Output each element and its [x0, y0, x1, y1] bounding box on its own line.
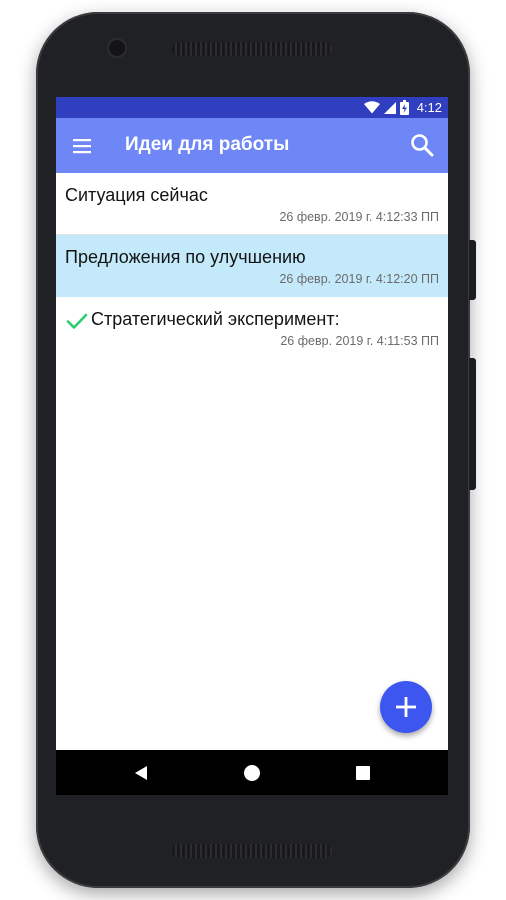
wifi-icon: [363, 101, 380, 114]
app-screen: 4:12 Идеи для работы Ситуация сейчас 26 …: [56, 97, 448, 795]
recents-square-icon: [356, 766, 370, 780]
menu-button[interactable]: [70, 134, 94, 158]
list-item[interactable]: Ситуация сейчас 26 февр. 2019 г. 4:12:33…: [56, 173, 448, 235]
checkmark-icon: [66, 313, 88, 329]
list-item[interactable]: Предложения по улучшению 26 февр. 2019 г…: [56, 235, 448, 297]
search-button[interactable]: [409, 132, 435, 158]
list-item-title: Ситуация сейчас: [65, 185, 208, 205]
list-item-date: 26 февр. 2019 г. 4:11:53 ПП: [280, 334, 439, 348]
plus-icon: [396, 697, 416, 717]
recents-button[interactable]: [351, 761, 375, 785]
volume-button: [469, 358, 476, 490]
status-time: 4:12: [416, 100, 442, 115]
home-circle-icon: [244, 765, 260, 781]
back-triangle-icon: [135, 766, 147, 780]
status-bar: 4:12: [56, 97, 448, 118]
battery-charging-icon: [399, 100, 409, 115]
search-icon: [411, 134, 434, 157]
power-button: [469, 240, 476, 300]
page-title: Идеи для работы: [125, 134, 290, 155]
list-item-title: Предложения по улучшению: [65, 247, 306, 267]
top-speaker-grille: [172, 42, 332, 56]
front-camera: [109, 40, 125, 56]
status-icons: 4:12: [363, 99, 442, 116]
add-idea-button[interactable]: [380, 681, 432, 733]
list-item-date: 26 февр. 2019 г. 4:12:20 ПП: [279, 272, 439, 286]
bottom-speaker-grille: [172, 844, 332, 858]
home-button[interactable]: [240, 761, 264, 785]
ideas-list: Ситуация сейчас 26 февр. 2019 г. 4:12:33…: [56, 173, 448, 358]
list-item-date: 26 февр. 2019 г. 4:12:33 ПП: [279, 210, 439, 224]
app-bar: Идеи для работы: [56, 118, 448, 173]
list-item[interactable]: Стратегический эксперимент: 26 февр. 201…: [56, 297, 448, 358]
back-button[interactable]: [129, 761, 153, 785]
cell-signal-icon: [383, 101, 396, 114]
hamburger-menu-icon: [73, 139, 91, 154]
list-item-title: Стратегический эксперимент:: [91, 309, 340, 329]
navigation-bar: [56, 750, 448, 795]
